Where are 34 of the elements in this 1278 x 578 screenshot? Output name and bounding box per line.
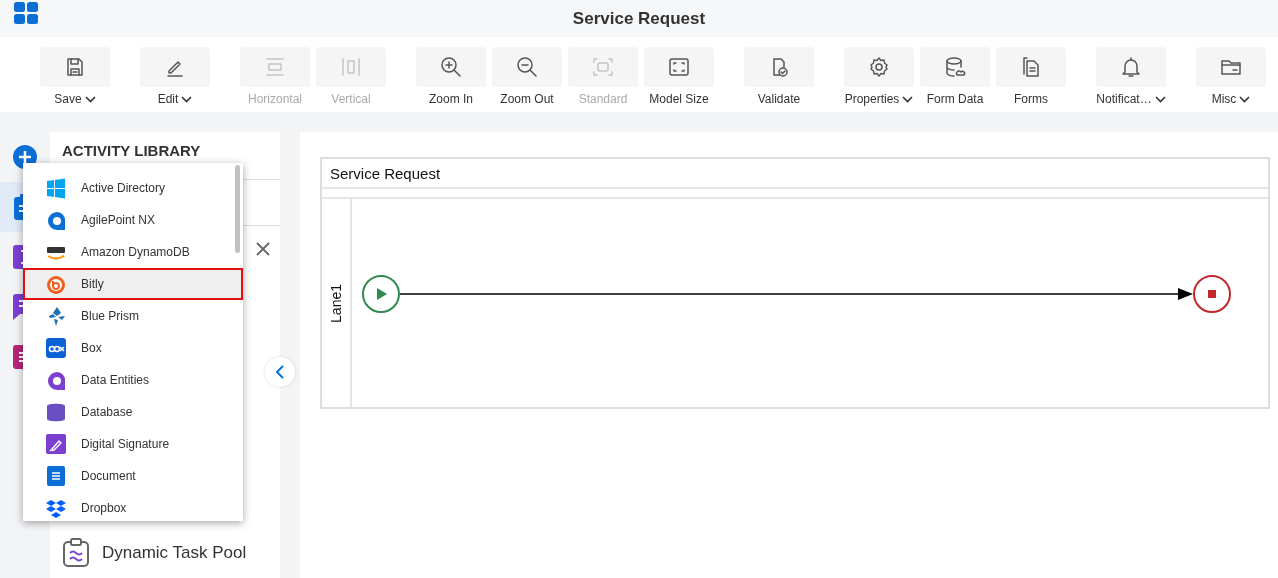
task-pool-icon xyxy=(62,538,90,568)
document-icon xyxy=(45,465,67,487)
menu-item[interactable]: Blue Prism xyxy=(23,300,243,332)
end-event xyxy=(1193,275,1231,313)
menu-item[interactable]: Dropbox xyxy=(23,492,243,524)
window-title: Service Request xyxy=(572,8,706,29)
menu-item[interactable]: Amazon DynamoDB xyxy=(23,236,243,268)
bell-icon xyxy=(1119,55,1143,79)
lane-label: Lane1 xyxy=(328,283,344,323)
menu-item[interactable]: Bitly xyxy=(23,268,243,300)
activity-item[interactable]: Dynamic Task Pool xyxy=(102,543,247,563)
vertical-icon xyxy=(339,55,363,79)
menu-item[interactable]: Digital Signature xyxy=(23,428,243,460)
standard-icon xyxy=(591,55,615,79)
zoomout-icon xyxy=(515,55,539,79)
start-event xyxy=(362,275,400,313)
menu-item[interactable]: Box xyxy=(23,332,243,364)
database-icon xyxy=(943,55,967,79)
zoomin-icon xyxy=(439,55,463,79)
database-icon xyxy=(45,401,67,423)
menu-item[interactable]: Document xyxy=(23,460,243,492)
scrollbar[interactable] xyxy=(235,165,240,253)
menu-item[interactable]: AgilePoint NX xyxy=(23,204,243,236)
close-icon[interactable] xyxy=(256,242,270,256)
modelsize-icon xyxy=(667,55,691,79)
menu-item[interactable]: Data Entities xyxy=(23,364,243,396)
signature-icon xyxy=(45,433,67,455)
horizontal-icon xyxy=(263,55,287,79)
gear-icon xyxy=(867,55,891,79)
pool-title: Service Request xyxy=(330,164,441,182)
chevron-left-icon xyxy=(275,365,285,379)
menu-item[interactable]: Database xyxy=(23,396,243,428)
apps-icon[interactable] xyxy=(14,2,40,26)
collapse-button[interactable] xyxy=(265,357,295,387)
